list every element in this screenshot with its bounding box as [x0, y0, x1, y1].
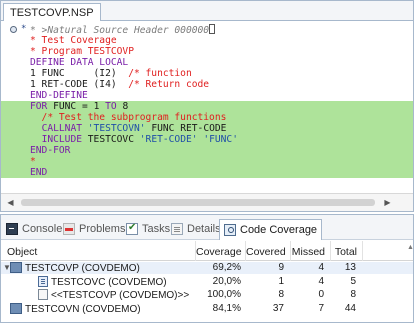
cell-missed: 4	[318, 275, 324, 287]
view-tab-bar: Console Problems Tasks Details Code Cove…	[1, 215, 413, 240]
text-cursor	[209, 24, 216, 34]
code-line[interactable]: 1 FUNC (I2) /* function	[1, 68, 413, 79]
tab-label: Problems	[79, 223, 126, 235]
cell-coverage: 84,1%	[212, 302, 241, 314]
code-line[interactable]: END	[1, 167, 413, 178]
tasks-icon	[126, 222, 138, 235]
cell-object: TESTCOVN (COVDEMO)	[10, 302, 141, 315]
cell-total: 5	[350, 275, 356, 287]
cell-missed: 4	[318, 262, 324, 273]
tab-code-coverage[interactable]: Code Coverage	[219, 219, 323, 240]
sort-indicator-icon: ▲	[407, 244, 414, 251]
code-text: INCLUDE TESTCOVC 'RET-CODE' 'FUNC'	[41, 134, 238, 145]
code-line[interactable]: INCLUDE TESTCOVC 'RET-CODE' 'FUNC'	[1, 134, 413, 145]
tab-console[interactable]: Console	[6, 220, 62, 238]
editor-pane: TESTCOVP.NSP * * >Natural Source Header 0…	[0, 0, 414, 212]
coverage-row[interactable]: TESTCOVC (COVDEMO) 20,0% 1 4 5	[1, 275, 413, 288]
tab-label: Details	[187, 223, 221, 235]
object-name: TESTCOVP (COVDEMO)	[25, 263, 140, 274]
tab-label: Code Coverage	[240, 224, 318, 236]
scrollbar-thumb[interactable]	[21, 199, 375, 206]
editor-tab[interactable]: TESTCOVP.NSP	[3, 3, 101, 21]
scroll-right-icon[interactable]: ▶	[382, 197, 393, 208]
program-icon	[38, 275, 48, 287]
code-line[interactable]: END-FOR	[1, 145, 413, 156]
code-text: END-DEFINE	[30, 90, 88, 101]
object-name: TESTCOVN (COVDEMO)	[25, 303, 141, 315]
object-name: <<TESTCOVP (COVDEMO)>>	[51, 290, 190, 301]
code-line[interactable]: * Test Coverage	[1, 35, 413, 46]
code-line[interactable]: DEFINE DATA LOCAL	[1, 57, 413, 68]
code-line[interactable]: FOR FUNC = 1 TO 8	[1, 101, 413, 112]
code-line[interactable]: * * >Natural Source Header 000000	[1, 24, 413, 36]
coverage-table-header: Object ▲ Coverage Covered Missed Total	[1, 241, 414, 261]
fold-toggle-icon[interactable]	[10, 26, 17, 33]
cell-coverage: 20,0%	[212, 275, 241, 287]
code-line[interactable]: 1 RET-CODE (I4) /* Return code	[1, 79, 413, 90]
horizontal-scrollbar[interactable]: ◀ ▶	[1, 193, 413, 211]
coverage-row[interactable]: ▼ TESTCOVP (COVDEMO) 69,2% 9 4 13	[1, 262, 413, 274]
code-line[interactable]: END-DEFINE	[1, 90, 413, 101]
cell-object: <<TESTCOVP (COVDEMO)>>	[38, 289, 189, 301]
line-marker: *	[21, 24, 27, 34]
coverage-row[interactable]: TESTCOVN (COVDEMO) 84,1% 37 7 44	[1, 302, 413, 315]
code-text: 1 RET-CODE (I4) /* Return code	[30, 79, 210, 90]
code-line[interactable]: /* Test the subprogram functions	[1, 112, 413, 123]
code-text: DEFINE DATA LOCAL	[30, 57, 129, 68]
column-missed[interactable]: Missed	[291, 241, 331, 261]
code-area[interactable]: * * >Natural Source Header 000000 * Test C…	[1, 22, 413, 192]
column-covered[interactable]: Covered	[246, 241, 291, 261]
cell-covered: 9	[278, 262, 284, 273]
tab-problems[interactable]: Problems	[63, 220, 125, 238]
code-line[interactable]: *	[1, 156, 413, 167]
column-total[interactable]: Total	[331, 241, 363, 261]
code-line[interactable]: * Program TESTCOVP	[1, 46, 413, 57]
coverage-icon	[224, 224, 236, 236]
console-icon	[6, 223, 18, 235]
views-pane: Console Problems Tasks Details Code Cove…	[0, 214, 414, 323]
cell-coverage: 100,0%	[207, 289, 241, 300]
cell-total: 8	[350, 289, 356, 300]
column-object[interactable]: Object	[7, 241, 196, 261]
cell-covered: 8	[278, 289, 284, 300]
object-name: TESTCOVC (COVDEMO)	[51, 276, 167, 288]
cell-object: TESTCOVC (COVDEMO)	[38, 275, 167, 288]
code-text: FOR FUNC = 1 TO 8	[30, 101, 129, 112]
tab-label: Tasks	[142, 223, 171, 235]
code-text: CALLNAT 'TESTCOVN' FUNC RET-CODE	[41, 123, 227, 134]
code-text: END-FOR	[30, 145, 71, 156]
cell-missed: 0	[318, 289, 324, 300]
cell-covered: 1	[278, 275, 284, 287]
editor-tab-title: TESTCOVP.NSP	[10, 6, 94, 19]
tab-label: Console	[22, 223, 63, 235]
code-line[interactable]: CALLNAT 'TESTCOVN' FUNC RET-CODE	[1, 123, 413, 134]
code-text: 1 FUNC (I2) /* function	[30, 68, 192, 79]
cell-total: 13	[344, 262, 356, 273]
code-text: * Test Coverage	[30, 35, 117, 46]
cell-coverage: 69,2%	[212, 262, 241, 273]
coverage-row[interactable]: <<TESTCOVP (COVDEMO)>> 100,0% 8 0 8	[1, 289, 413, 301]
problems-icon	[63, 223, 75, 235]
cell-missed: 7	[318, 302, 324, 314]
code-text: * Program TESTCOVP	[30, 46, 134, 57]
package-icon	[10, 262, 22, 273]
package-icon	[10, 302, 22, 314]
object-icon	[38, 289, 48, 300]
code-text: END	[30, 167, 48, 178]
editor-tab-bar: TESTCOVP.NSP	[1, 1, 413, 21]
cell-covered: 37	[272, 302, 284, 314]
code-text: /* Test the subprogram functions	[30, 112, 227, 123]
cell-object: TESTCOVP (COVDEMO)	[10, 262, 140, 274]
scroll-left-icon[interactable]: ◀	[5, 197, 16, 208]
tab-tasks[interactable]: Tasks	[126, 220, 170, 238]
code-text: *	[30, 156, 36, 167]
cell-total: 44	[344, 302, 356, 314]
column-coverage[interactable]: ▲ Coverage	[196, 241, 414, 261]
tab-details[interactable]: Details	[171, 220, 221, 238]
details-icon	[171, 223, 183, 235]
